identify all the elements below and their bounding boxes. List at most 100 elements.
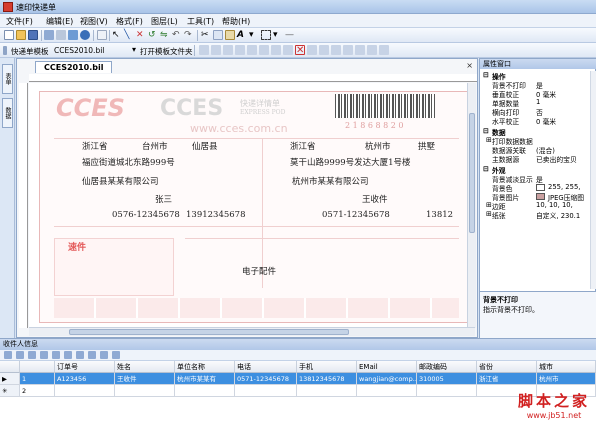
table-row[interactable]: ▶ 1 A123456 王收件 杭州市某某有 0571-12345678 138… bbox=[0, 373, 596, 385]
remove-icon[interactable]: ✕ bbox=[295, 45, 305, 56]
cell-zip[interactable]: 310005 bbox=[417, 373, 477, 385]
pointer-icon[interactable]: ↖ bbox=[112, 30, 122, 40]
template-dropdown-icon[interactable]: ▾ bbox=[132, 45, 136, 54]
space-v-icon[interactable] bbox=[319, 45, 329, 55]
prop-row[interactable]: 横向打印否 bbox=[480, 107, 596, 117]
cell-phone[interactable]: 0571-12345678 bbox=[235, 373, 297, 385]
redo-icon[interactable]: ↷ bbox=[184, 30, 194, 40]
cell-order[interactable] bbox=[55, 385, 115, 397]
align-center-icon[interactable] bbox=[211, 45, 221, 55]
copy-icon[interactable] bbox=[213, 30, 223, 40]
move-down-icon[interactable] bbox=[100, 351, 108, 359]
cell-zip[interactable] bbox=[417, 385, 477, 397]
cell-email[interactable]: wangjian@comp... bbox=[357, 373, 417, 385]
prop-row[interactable]: 单据数量 1 bbox=[480, 98, 596, 108]
sort-icon[interactable] bbox=[16, 351, 24, 359]
lock-icon[interactable] bbox=[379, 45, 389, 55]
horizontal-scrollbar[interactable] bbox=[29, 327, 475, 336]
align-bottom-icon[interactable] bbox=[259, 45, 269, 55]
same-width-icon[interactable] bbox=[271, 45, 281, 55]
prop-row[interactable]: ⊞ 纸张 自定义, 230.1 bbox=[480, 210, 596, 220]
tab-data[interactable]: 数据 bbox=[2, 98, 13, 128]
prop-row[interactable]: 背景色 255, 255, bbox=[480, 183, 596, 193]
align-right-icon[interactable] bbox=[223, 45, 233, 55]
col-phone[interactable]: 电话 bbox=[235, 361, 297, 373]
doc-tab[interactable]: CCES2010.bil bbox=[35, 61, 113, 73]
print-icon[interactable] bbox=[44, 30, 54, 40]
menu-help[interactable]: 帮助(H) bbox=[222, 16, 250, 27]
menu-view[interactable]: 视图(V) bbox=[80, 16, 108, 27]
minus-icon[interactable]: — bbox=[285, 30, 295, 40]
menu-layer[interactable]: 图层(L) bbox=[151, 16, 178, 27]
prop-row[interactable]: 主数据源 已卖出的宝贝 bbox=[480, 154, 596, 164]
send-back-icon[interactable] bbox=[343, 45, 353, 55]
menu-tools[interactable]: 工具(T) bbox=[187, 16, 214, 27]
col-company[interactable]: 单位名称 bbox=[175, 361, 235, 373]
align-top-icon[interactable] bbox=[235, 45, 245, 55]
move-up-icon[interactable] bbox=[88, 351, 96, 359]
prop-row[interactable]: 背景减淡显示是 bbox=[480, 174, 596, 184]
col-order[interactable]: 订单号 bbox=[55, 361, 115, 373]
import-icon[interactable] bbox=[52, 351, 60, 359]
prop-group-operation[interactable]: ⊟ 操作 bbox=[480, 71, 596, 81]
add-row-icon[interactable] bbox=[28, 351, 36, 359]
rect-icon[interactable] bbox=[261, 30, 271, 40]
line-icon[interactable]: ╲ bbox=[124, 30, 134, 40]
row-selector[interactable]: ▶ bbox=[0, 373, 20, 385]
delete-x-icon[interactable]: ✕ bbox=[136, 30, 146, 40]
cell-name[interactable] bbox=[115, 385, 175, 397]
cell-order[interactable]: A123456 bbox=[55, 373, 115, 385]
doc-icon[interactable] bbox=[97, 30, 107, 40]
col-name[interactable]: 姓名 bbox=[115, 361, 175, 373]
bring-front-icon[interactable] bbox=[331, 45, 341, 55]
delete-row-icon[interactable] bbox=[40, 351, 48, 359]
close-icon[interactable]: × bbox=[466, 61, 473, 70]
cell-city[interactable]: 杭州市 bbox=[537, 373, 596, 385]
col-mobile[interactable]: 手机 bbox=[297, 361, 357, 373]
cell-company[interactable]: 杭州市某某有 bbox=[175, 373, 235, 385]
scroll-thumb-h[interactable] bbox=[69, 329, 349, 335]
refresh-icon[interactable] bbox=[112, 351, 120, 359]
prop-row[interactable]: 背景不打印是 bbox=[480, 80, 596, 90]
preview-icon[interactable] bbox=[68, 30, 78, 40]
vertical-scrollbar[interactable] bbox=[467, 83, 476, 328]
cell-email[interactable] bbox=[357, 385, 417, 397]
template-select[interactable]: CCES2010.bil bbox=[54, 46, 104, 55]
paste-icon[interactable] bbox=[225, 30, 235, 40]
ungroup-icon[interactable] bbox=[367, 45, 377, 55]
menu-edit[interactable]: 编辑(E) bbox=[46, 16, 73, 27]
prop-row[interactable]: ⊞ 打印数据数据 bbox=[480, 136, 596, 146]
align-left-icon[interactable] bbox=[199, 45, 209, 55]
cell-mobile[interactable] bbox=[297, 385, 357, 397]
table-row[interactable]: ✳ 2 bbox=[0, 385, 596, 397]
align-middle-icon[interactable] bbox=[247, 45, 257, 55]
save-icon[interactable] bbox=[28, 30, 38, 40]
menu-format[interactable]: 格式(F) bbox=[116, 16, 143, 27]
prop-row[interactable]: ⊞ 边距 10, 10, 10, bbox=[480, 201, 596, 211]
dropdown2-icon[interactable]: ▾ bbox=[273, 30, 283, 40]
italic-icon[interactable]: A bbox=[237, 30, 247, 40]
menu-file[interactable]: 文件(F) bbox=[6, 16, 33, 27]
cell-province[interactable]: 浙江省 bbox=[477, 373, 537, 385]
design-canvas[interactable]: CCES CCES 快递详情单 EXPRESS POD www.cces.com… bbox=[29, 83, 475, 328]
col-email[interactable]: EMail bbox=[357, 361, 417, 373]
space-h-icon[interactable] bbox=[307, 45, 317, 55]
scroll-thumb-v[interactable] bbox=[469, 113, 475, 233]
cell-name[interactable]: 王收件 bbox=[115, 373, 175, 385]
prop-row[interactable]: 数据源关联 (混合) bbox=[480, 145, 596, 155]
same-height-icon[interactable] bbox=[283, 45, 293, 55]
col-zip[interactable]: 邮政编码 bbox=[417, 361, 477, 373]
cell-mobile[interactable]: 13812345678 bbox=[297, 373, 357, 385]
cell-company[interactable] bbox=[175, 385, 235, 397]
cut-icon[interactable]: ✂ bbox=[201, 30, 211, 40]
prop-group-data[interactable]: ⊟ 数据 bbox=[480, 127, 596, 137]
rotate-icon[interactable]: ↺ bbox=[148, 30, 158, 40]
new-icon[interactable] bbox=[4, 30, 14, 40]
dropdown-icon[interactable]: ▾ bbox=[249, 30, 259, 40]
mirror-icon[interactable]: ⇋ bbox=[160, 30, 170, 40]
prop-row[interactable]: 水平校正 0 毫米 bbox=[480, 116, 596, 126]
row-selector[interactable]: ✳ bbox=[0, 385, 20, 397]
tab-form[interactable]: 表单 bbox=[2, 64, 13, 94]
undo-icon[interactable]: ↶ bbox=[172, 30, 182, 40]
export-icon[interactable] bbox=[64, 351, 72, 359]
